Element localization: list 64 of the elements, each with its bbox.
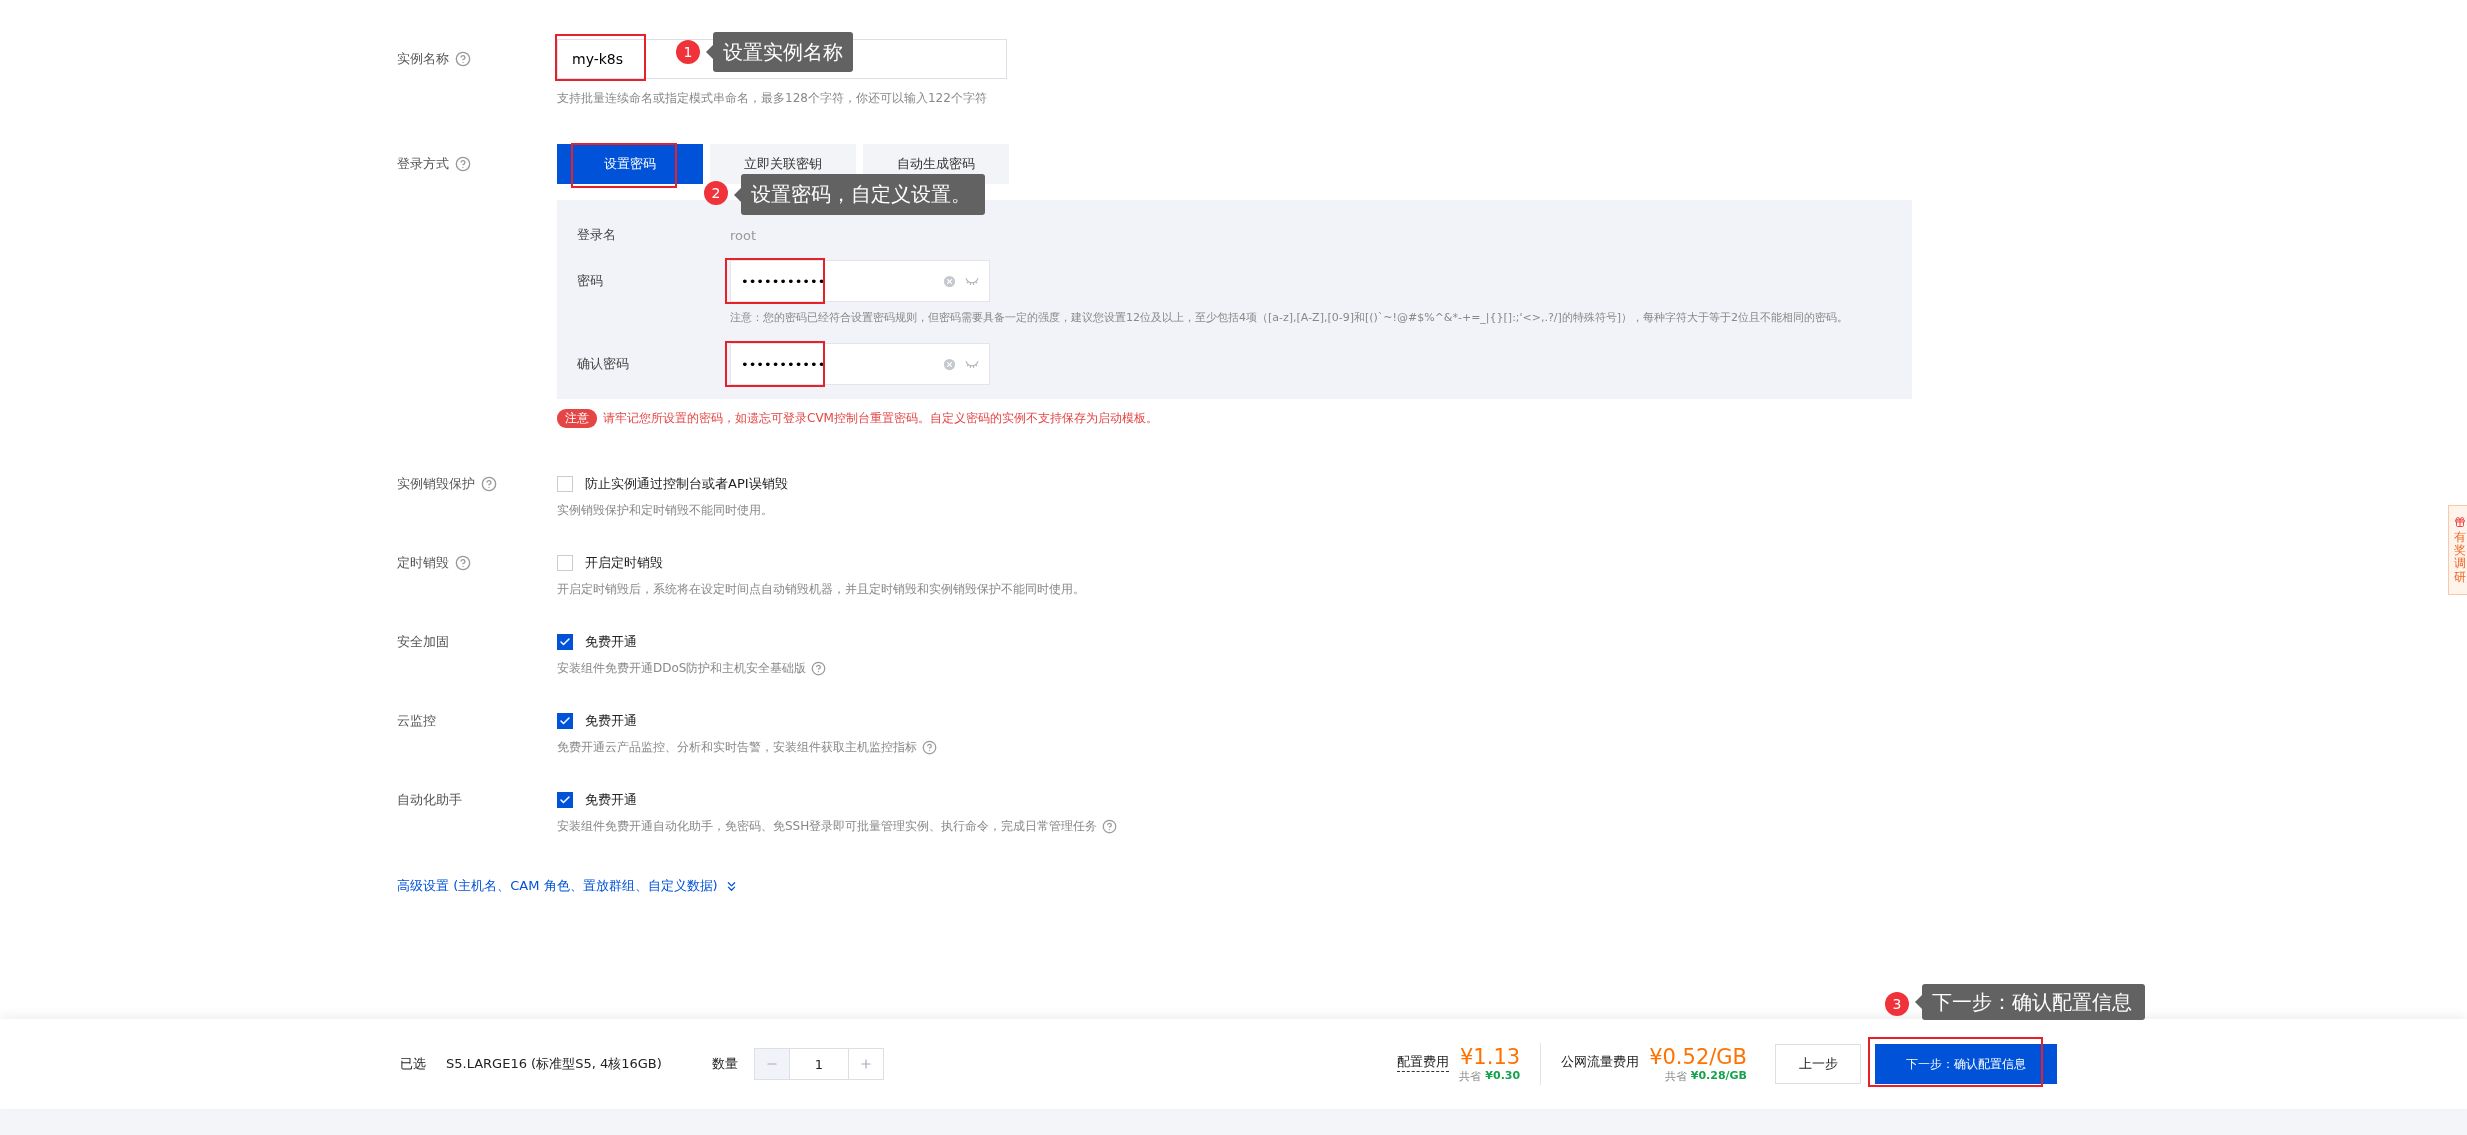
clear-icon[interactable] [942, 273, 957, 289]
advanced-settings-link[interactable]: 高级设置 (主机名、CAM 角色、置放群组、自定义数据) [397, 877, 739, 895]
quantity-value: 1 [788, 1049, 849, 1079]
help-icon[interactable] [481, 476, 497, 492]
field-label: 定时销毁 [397, 554, 449, 572]
saving-amount: ¥0.28/GB [1690, 1068, 1747, 1084]
check-icon [559, 715, 571, 727]
checkbox[interactable] [557, 792, 573, 808]
notice-tag: 注意 [557, 409, 597, 428]
check-icon [559, 794, 571, 806]
field-label: 自动化助手 [397, 791, 462, 809]
description-text: 实例销毁保护和定时销毁不能同时使用。 [557, 502, 773, 519]
help-icon[interactable] [455, 555, 471, 571]
checkbox-label: 免费开通 [585, 633, 637, 651]
description-text: 安装组件免费开通DDoS防护和主机安全基础版 [557, 660, 807, 677]
saving-label: 共省 [1664, 1068, 1687, 1084]
fee-label: 配置费用 [1397, 1052, 1450, 1072]
checkbox-label: 开启定时销毁 [585, 554, 663, 572]
hint-text: 支持批量连续命名或指定模式串命名，最多128个字符，你还可以输入122个字符 [557, 90, 988, 107]
checkbox-label: 免费开通 [585, 712, 637, 730]
description-text: 安装组件免费开通自动化助手，免密码、免SSH登录即可批量管理实例、执行命令，完成日常管理任务 [557, 818, 1098, 835]
selected-instance-type: S5.LARGE16 (标准型S5, 4核16GB) [446, 1055, 662, 1073]
previous-step-button[interactable]: 上一步 [1775, 1044, 1861, 1084]
annotation-tooltip: 下一步：确认配置信息 [1915, 984, 2145, 1020]
checkbox[interactable] [557, 634, 573, 650]
description-text: 开启定时销毁后，系统将在设定时间点自动销毁机器，并且定时销毁和实例销毁保护不能同时使用。 [557, 581, 1085, 598]
description-text: 免费开通云产品监控、分析和实时告警，安装组件获取主机监控指标 [557, 739, 917, 756]
saving-amount: ¥0.30 [1485, 1068, 1521, 1084]
field-label: 实例名称 [397, 50, 449, 68]
check-icon [559, 636, 571, 648]
annotation-tooltip: 设置密码，自定义设置。 [734, 174, 985, 215]
side-tab-label: 有奖调研 [2454, 531, 2466, 584]
help-icon[interactable] [455, 156, 471, 172]
saving-label: 共省 [1459, 1068, 1482, 1084]
field-label: 确认密码 [577, 355, 630, 373]
step-number-badge: 2 [704, 181, 728, 205]
field-label: 安全加固 [397, 633, 449, 651]
selected-label: 已选 [400, 1055, 426, 1073]
checkbox-label: 免费开通 [585, 791, 637, 809]
field-label: 密码 [577, 272, 604, 290]
password-note: 注意：您的密码已经符合设置密码规则，但密码需要具备一定的强度，建议您设置12位及以上，至少包括4项（[a-z],[A-Z],[0-9]和[()`~!@#$%^&*-+=_|{}[]:;'<>,.?/]的特殊符号]），每种字符大于等于2位且不能相同的密码。 [730, 310, 1850, 325]
help-icon[interactable] [455, 51, 471, 67]
field-label: 登录名 [577, 226, 617, 244]
field-label: 登录方式 [397, 155, 449, 173]
quantity-label: 数量 [711, 1055, 738, 1073]
help-icon[interactable] [811, 661, 827, 676]
notice-text: 请牢记您所设置的密码，如遗忘可登录CVM控制台重置密码。自定义密码的实例不支持保存为启动模板。 [603, 410, 1158, 427]
gift-icon [2454, 516, 2466, 528]
clear-icon[interactable] [942, 356, 957, 372]
next-step-button[interactable]: 下一步：确认配置信息 [1875, 1044, 2057, 1084]
price: ¥1.13 [1460, 1044, 1521, 1069]
fee-label: 公网流量费用 [1561, 1052, 1640, 1071]
quantity-stepper[interactable]: 1 [753, 1048, 884, 1080]
help-icon[interactable] [1102, 819, 1118, 834]
checkbox[interactable] [557, 713, 573, 729]
field-label: 云监控 [397, 712, 436, 730]
field-label: 实例销毁保护 [397, 475, 475, 493]
checkbox-label: 防止实例通过控制台或者API误销毁 [585, 475, 788, 493]
price: ¥0.52/GB [1649, 1044, 1747, 1069]
plus-icon [858, 1057, 873, 1071]
field-value: root [730, 227, 757, 243]
help-icon[interactable] [922, 740, 937, 755]
step-number-badge: 1 [676, 40, 700, 64]
annotation-tooltip: 设置实例名称 [706, 32, 852, 72]
